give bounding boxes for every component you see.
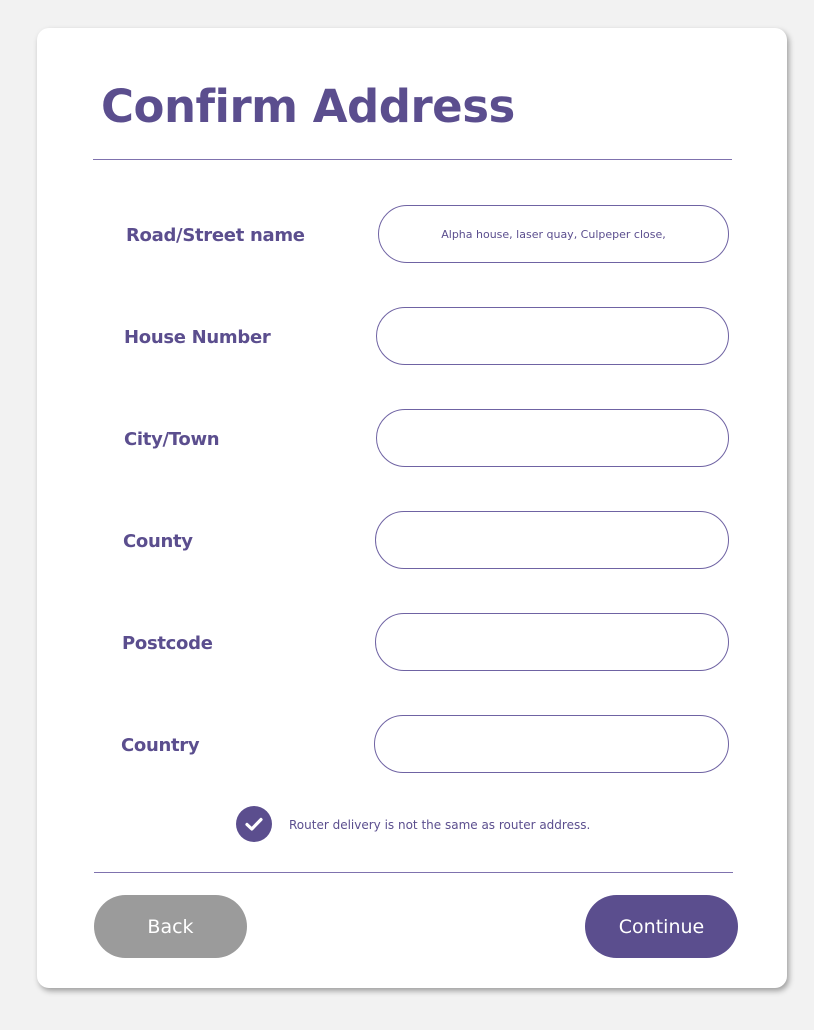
country-label: Country: [121, 735, 200, 756]
router-delivery-label: Router delivery is not the same as route…: [289, 818, 591, 832]
road-street-input[interactable]: [378, 205, 729, 263]
city-town-label: City/Town: [124, 429, 220, 450]
country-input[interactable]: [374, 715, 729, 773]
title-divider: [93, 159, 732, 160]
back-button[interactable]: Back: [94, 895, 247, 958]
road-street-label: Road/Street name: [126, 225, 305, 246]
check-icon: [245, 817, 263, 831]
county-label: County: [123, 531, 193, 552]
house-number-label: House Number: [124, 327, 271, 348]
continue-button[interactable]: Continue: [585, 895, 738, 958]
confirm-address-card: Confirm Address Road/Street name House N…: [37, 28, 787, 988]
city-town-input[interactable]: [376, 409, 729, 467]
postcode-input[interactable]: [375, 613, 729, 671]
postcode-label: Postcode: [122, 633, 213, 654]
page-title: Confirm Address: [101, 80, 515, 133]
house-number-input[interactable]: [376, 307, 729, 365]
router-delivery-checkbox[interactable]: [236, 806, 272, 842]
footer-divider: [94, 872, 733, 873]
county-input[interactable]: [375, 511, 729, 569]
